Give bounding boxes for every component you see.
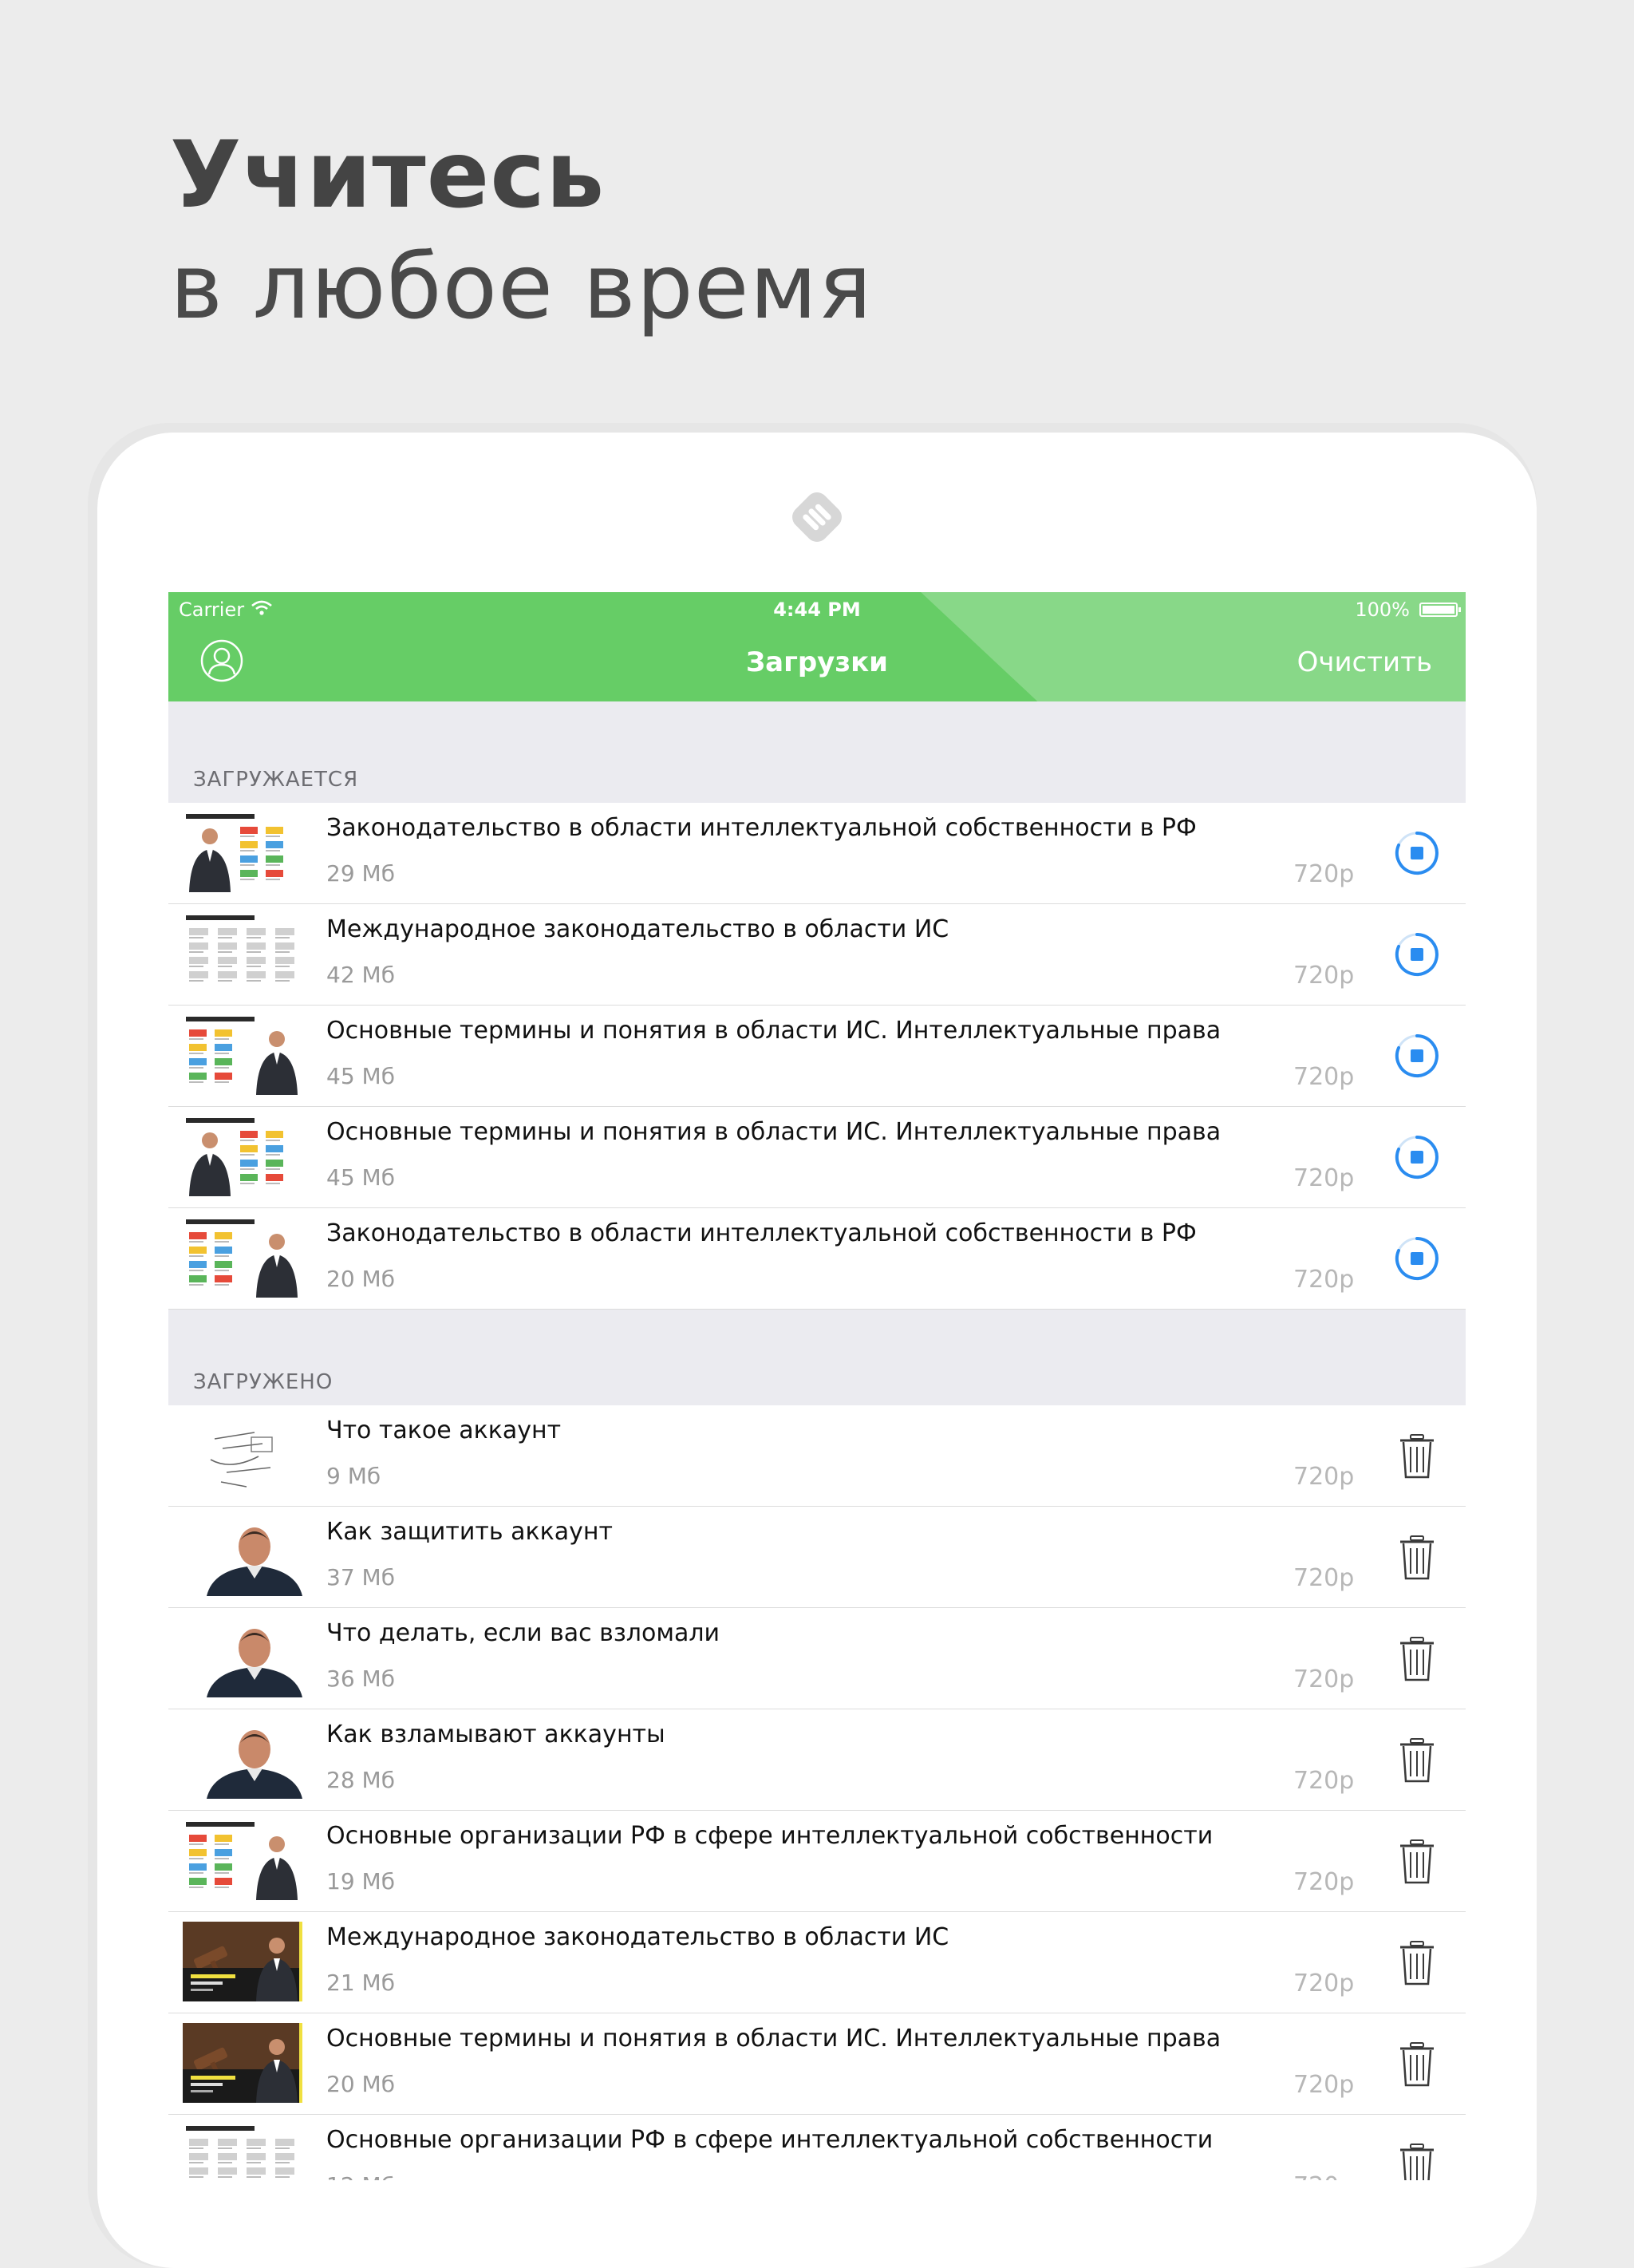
- video-title: Основные термины и понятия в области ИС.…: [326, 1118, 1222, 1146]
- video-title: Как взламывают аккаунты: [326, 1721, 665, 1748]
- section-header-downloaded: ЗАГРУЖЕНО: [168, 1310, 1466, 1406]
- video-size: 28 Мб: [326, 1767, 395, 1793]
- downloaded-row[interactable]: Как взламывают аккаунты 28 Мб 720p: [168, 1709, 1466, 1811]
- video-size: 9 Мб: [326, 1463, 381, 1489]
- video-quality: 720p: [1293, 1564, 1355, 1592]
- clear-button[interactable]: Очистить: [1297, 646, 1432, 678]
- video-thumbnail: [183, 1015, 302, 1095]
- video-size: 37 Мб: [326, 1564, 395, 1590]
- downloaded-row[interactable]: Основные организации РФ в сфере интеллек…: [168, 2115, 1466, 2180]
- video-title: Как защитить аккаунт: [326, 1518, 613, 1546]
- video-size: 20 Мб: [326, 1266, 395, 1292]
- trash-icon[interactable]: [1389, 1428, 1445, 1484]
- nav-title: Загрузки: [745, 646, 889, 678]
- battery-icon: [1419, 603, 1461, 617]
- video-thumbnail: [183, 2124, 302, 2180]
- video-quality: 720p: [1293, 860, 1355, 888]
- video-title: Основные организации РФ в сфере интеллек…: [326, 2126, 1214, 2154]
- downloaded-row[interactable]: Основные организации РФ в сфере интеллек…: [168, 1811, 1466, 1912]
- video-thumbnail: [183, 1116, 302, 1196]
- headline-line2: в любое время: [170, 235, 873, 339]
- battery-percent: 100%: [1355, 599, 1410, 621]
- video-size: 42 Мб: [326, 962, 395, 988]
- video-quality: 720p: [1293, 962, 1355, 990]
- downloaded-row[interactable]: Основные термины и понятия в области ИС.…: [168, 2013, 1466, 2115]
- video-title: Основные организации РФ в сфере интеллек…: [326, 1822, 1214, 1850]
- video-quality: 720p: [1293, 1463, 1355, 1491]
- video-title: Международное законодательство в области…: [326, 1923, 949, 1951]
- video-title: Законодательство в области интеллектуаль…: [326, 814, 1197, 842]
- video-thumbnail: [183, 1516, 302, 1596]
- trash-icon[interactable]: [1389, 1934, 1445, 1990]
- download-stop-icon[interactable]: [1389, 1231, 1445, 1286]
- video-size: 36 Мб: [326, 1665, 395, 1692]
- app-screen: Carrier 4:44 PM 100% Загрузки Очистить З…: [168, 592, 1466, 2180]
- trash-icon[interactable]: [1389, 2036, 1445, 2092]
- video-quality: 720p: [1293, 1164, 1355, 1192]
- video-title: Основные термины и понятия в области ИС.…: [326, 2025, 1222, 2053]
- trash-icon[interactable]: [1389, 1630, 1445, 1686]
- video-size: 12 Мб: [326, 2172, 395, 2180]
- download-stop-icon[interactable]: [1389, 1129, 1445, 1185]
- download-stop-icon[interactable]: [1389, 1028, 1445, 1084]
- video-quality: 720p: [1293, 1665, 1355, 1693]
- video-title: Законодательство в области интеллектуаль…: [326, 1219, 1197, 1247]
- video-thumbnail: [183, 1922, 302, 2001]
- video-size: 45 Мб: [326, 1063, 395, 1089]
- video-quality: 720p: [1293, 1767, 1355, 1795]
- headline: Учитесь в любое время: [170, 120, 872, 343]
- downloading-row[interactable]: Основные термины и понятия в области ИС.…: [168, 1107, 1466, 1208]
- video-thumbnail: [183, 812, 302, 892]
- video-title: Что делать, если вас взломали: [326, 1619, 720, 1647]
- trash-icon[interactable]: [1389, 1732, 1445, 1788]
- video-size: 29 Мб: [326, 860, 395, 887]
- navigation-bar: Carrier 4:44 PM 100% Загрузки Очистить: [168, 592, 1466, 701]
- video-size: 19 Мб: [326, 1868, 395, 1895]
- app-logo-icon: [792, 492, 842, 542]
- video-size: 21 Мб: [326, 1970, 395, 1996]
- video-thumbnail: [183, 914, 302, 994]
- downloaded-row[interactable]: Что такое аккаунт 9 Мб 720p: [168, 1405, 1466, 1507]
- download-stop-icon[interactable]: [1389, 825, 1445, 881]
- video-title: Что такое аккаунт: [326, 1417, 562, 1444]
- downloaded-row[interactable]: Как защитить аккаунт 37 Мб 720p: [168, 1507, 1466, 1608]
- video-quality: 720p: [1293, 1266, 1355, 1294]
- video-quality: 720p: [1293, 2071, 1355, 2099]
- downloading-row[interactable]: Законодательство в области интеллектуаль…: [168, 1208, 1466, 1310]
- video-size: 20 Мб: [326, 2071, 395, 2097]
- video-thumbnail: [183, 1618, 302, 1697]
- video-thumbnail: [183, 1415, 302, 1495]
- video-thumbnail: [183, 2023, 302, 2103]
- section-label: ЗАГРУЖАЕТСЯ: [193, 768, 359, 792]
- downloading-row[interactable]: Законодательство в области интеллектуаль…: [168, 803, 1466, 904]
- video-thumbnail: [183, 1820, 302, 1900]
- video-size: 45 Мб: [326, 1164, 395, 1191]
- downloaded-row[interactable]: Что делать, если вас взломали 36 Мб 720p: [168, 1608, 1466, 1709]
- video-quality: 720p: [1293, 1868, 1355, 1896]
- video-quality: 720p: [1293, 1970, 1355, 1997]
- downloading-row[interactable]: Международное законодательство в области…: [168, 904, 1466, 1006]
- video-thumbnail: [183, 1218, 302, 1298]
- download-stop-icon[interactable]: [1389, 927, 1445, 982]
- section-label: ЗАГРУЖЕНО: [193, 1370, 334, 1394]
- trash-icon[interactable]: [1389, 1529, 1445, 1585]
- downloading-row[interactable]: Основные термины и понятия в области ИС.…: [168, 1006, 1466, 1107]
- section-header-downloading: ЗАГРУЖАЕТСЯ: [168, 701, 1466, 804]
- headline-line1: Учитесь: [170, 121, 606, 229]
- status-time: 4:44 PM: [773, 599, 861, 621]
- downloaded-row[interactable]: Международное законодательство в области…: [168, 1912, 1466, 2013]
- trash-icon[interactable]: [1389, 1833, 1445, 1889]
- video-quality: 720p: [1293, 1063, 1355, 1091]
- video-thumbnail: [183, 1719, 302, 1799]
- video-title: Основные термины и понятия в области ИС.…: [326, 1017, 1222, 1045]
- trash-icon[interactable]: [1389, 2137, 1445, 2180]
- video-title: Международное законодательство в области…: [326, 915, 949, 943]
- video-quality: 720p: [1293, 2172, 1354, 2180]
